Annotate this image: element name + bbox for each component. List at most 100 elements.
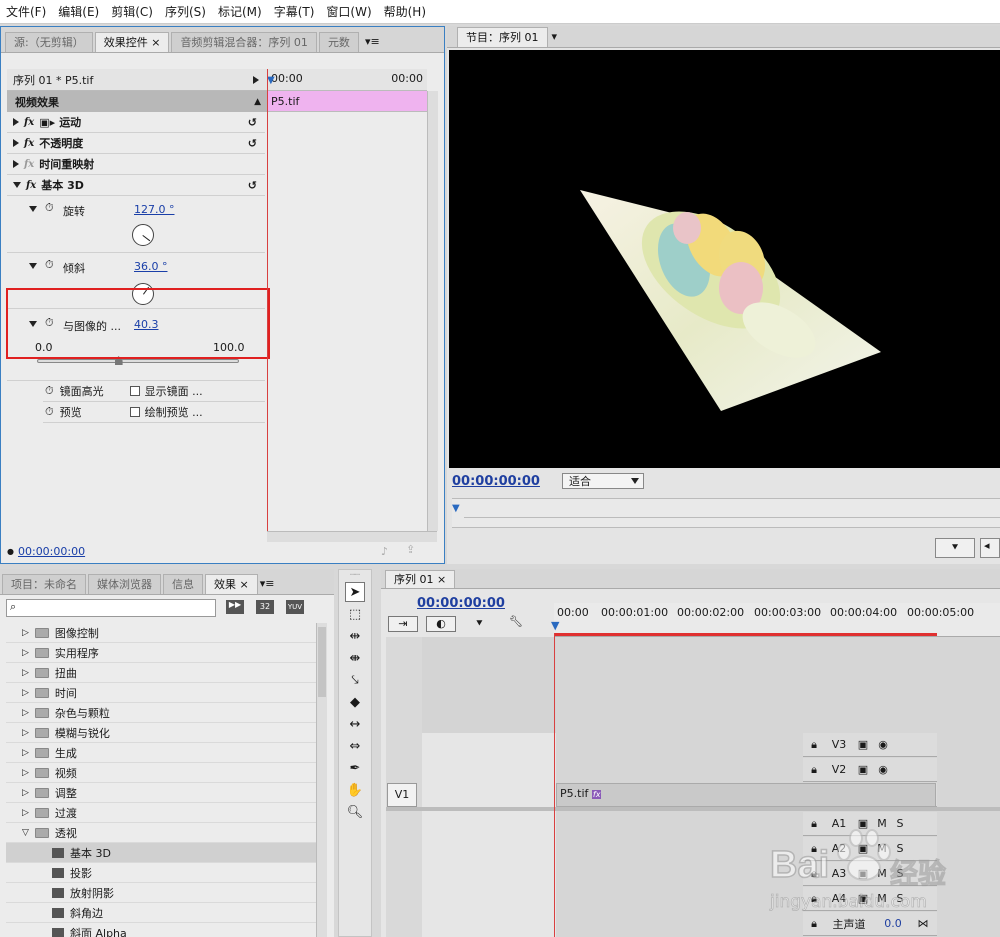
menu-file[interactable]: 文件(F) — [0, 0, 52, 24]
tab-metadata[interactable]: 元数 — [318, 32, 359, 52]
stopwatch-icon[interactable]: ⏱ — [45, 201, 54, 215]
slip-tool-icon[interactable]: ↔ — [345, 714, 365, 734]
work-area-bar[interactable] — [554, 633, 937, 636]
menu-title[interactable]: 字幕(T) — [268, 0, 321, 24]
close-icon[interactable]: × — [240, 578, 249, 591]
effect-item[interactable]: 斜面 Alpha — [6, 923, 316, 937]
effect-motion[interactable]: fx ▣▸ 运动 ↺ — [7, 112, 265, 133]
tab-info[interactable]: 信息 — [163, 574, 203, 594]
v1-source-patch[interactable]: V1 — [387, 783, 417, 807]
effects-folder[interactable]: ▷ 调整 — [6, 783, 316, 803]
linked-selection-button[interactable]: ◐ — [426, 616, 456, 632]
effect-time-remap[interactable]: fx 时间重映射 — [7, 154, 265, 175]
tab-program[interactable]: 节目：序列 01 — [457, 27, 548, 47]
playhead-icon[interactable]: ▼ — [267, 75, 275, 86]
expand-icon[interactable]: ▷ — [22, 788, 29, 798]
slide-tool-icon[interactable]: ⇔ — [345, 736, 365, 756]
tab-source[interactable]: 源:（无剪辑） — [5, 32, 93, 52]
film-icon[interactable]: ▣ — [853, 763, 873, 776]
expand-icon[interactable]: ▷ — [22, 808, 29, 818]
rate-stretch-tool-icon[interactable]: ⤥ — [345, 670, 365, 690]
expand-icon[interactable]: ▷ — [22, 668, 29, 678]
collapse-icon[interactable] — [29, 206, 37, 212]
menu-help[interactable]: 帮助(H) — [378, 0, 432, 24]
specular-checkbox[interactable] — [129, 386, 140, 396]
collapse-icon[interactable] — [29, 263, 37, 269]
film-icon[interactable]: ▣ — [853, 738, 873, 751]
tab-audio-mixer[interactable]: 音频剪辑混合器：序列 01 — [171, 32, 317, 52]
effect-item[interactable]: 斜角边 — [6, 903, 316, 923]
mini-clip[interactable]: P5.tif — [267, 91, 427, 112]
horizontal-scrollbar[interactable] — [267, 531, 437, 542]
effects-search-input[interactable]: ⌕ — [6, 599, 216, 617]
collapse-icon[interactable] — [13, 182, 21, 188]
effect-opacity[interactable]: fx 不透明度 ↺ — [7, 133, 265, 154]
mark-in-button[interactable]: ◂ — [980, 538, 1000, 558]
lock-icon[interactable]: 🔒︎ — [803, 738, 825, 752]
panel-menu-icon[interactable]: ▾≡ — [365, 32, 380, 52]
tab-effect-controls[interactable]: 效果控件 × — [94, 32, 170, 52]
menu-sequence[interactable]: 序列(S) — [159, 0, 212, 24]
effects-folder[interactable]: ▷ 杂色与颗粒 — [6, 703, 316, 723]
tab-project[interactable]: 项目：未命名 — [2, 574, 86, 594]
effects-folder[interactable]: ▷ 时间 — [6, 683, 316, 703]
hand-tool-icon[interactable]: ✋ — [345, 780, 365, 800]
timeline-ruler[interactable]: 00:00 00:00:01:00 00:00:02:00 00:00:03:0… — [551, 603, 1000, 637]
tab-effects[interactable]: 效果 × — [205, 574, 258, 594]
timeline-timecode[interactable]: 00:00:00:00 — [417, 596, 505, 611]
rolling-edit-tool-icon[interactable]: ⇼ — [345, 648, 365, 668]
stopwatch-icon[interactable]: ⏱ — [45, 258, 54, 272]
effects-folder[interactable]: ▷ 扭曲 — [6, 663, 316, 683]
selection-tool-icon[interactable]: ➤ — [345, 582, 365, 602]
effects-folder[interactable]: ▷ 实用程序 — [6, 643, 316, 663]
collapse-icon[interactable]: ▽ — [22, 828, 29, 838]
tilt-value[interactable]: 36.0 ° — [134, 260, 168, 273]
razor-tool-icon[interactable]: ◆ — [345, 692, 365, 712]
effect-item[interactable]: 基本 3D — [6, 843, 316, 863]
expand-icon[interactable]: ▷ — [22, 748, 29, 758]
menu-window[interactable]: 窗口(W) — [320, 0, 377, 24]
tab-menu-icon[interactable]: ▾ — [552, 27, 558, 47]
snap-button[interactable]: ⇥ — [388, 616, 418, 632]
distance-slider[interactable] — [37, 356, 239, 365]
eye-icon[interactable]: ◉ — [873, 763, 893, 776]
menu-marker[interactable]: 标记(M) — [212, 0, 268, 24]
expand-icon[interactable]: ▷ — [22, 728, 29, 738]
export-icon[interactable]: ⇪ — [406, 543, 415, 556]
effect-item[interactable]: 投影 — [6, 863, 316, 883]
effects-folder[interactable]: ▷ 过渡 — [6, 803, 316, 823]
expand-icon[interactable]: ▷ — [22, 688, 29, 698]
reset-icon[interactable]: ↺ — [248, 137, 257, 150]
timeline-clip[interactable]: P5.tif fx — [556, 783, 936, 807]
fit-dropdown[interactable]: 适合 — [561, 473, 644, 489]
close-icon[interactable]: × — [151, 36, 160, 49]
program-scrubber[interactable]: ▼ — [452, 498, 1000, 528]
stopwatch-icon[interactable]: ⏱ — [45, 384, 54, 398]
vertical-scrollbar[interactable] — [427, 91, 438, 531]
ec-timecode[interactable]: 00:00:00:00 — [18, 545, 85, 558]
effects-folder[interactable]: ▷ 视频 — [6, 763, 316, 783]
accelerated-effects-icon[interactable]: ▶▶ — [226, 600, 244, 614]
wrench-icon[interactable]: 🔧︎ — [509, 615, 523, 628]
preview-checkbox[interactable] — [129, 407, 140, 417]
add-marker-button[interactable]: ⯆ — [935, 538, 975, 558]
tab-media-browser[interactable]: 媒体浏览器 — [88, 574, 161, 594]
track-select-tool-icon[interactable]: ⬚ — [345, 604, 365, 624]
video-track-header[interactable]: 🔒︎ V2 ▣ ◉ — [803, 758, 937, 782]
expand-icon[interactable] — [13, 160, 19, 168]
effect-item[interactable]: 放射阴影 — [6, 883, 316, 903]
tree-scrollbar[interactable] — [316, 623, 327, 937]
eye-icon[interactable]: ◉ — [873, 738, 893, 751]
playhead-icon[interactable]: ▼ — [551, 619, 559, 632]
fx-icon[interactable]: fx — [26, 180, 36, 191]
expand-icon[interactable] — [13, 139, 19, 147]
program-timecode[interactable]: 00:00:00:00 — [452, 474, 540, 489]
expand-icon[interactable]: ▷ — [22, 628, 29, 638]
fx-icon[interactable]: fx — [24, 117, 34, 128]
collapse-arrow-icon[interactable]: ▲ — [254, 97, 261, 107]
yuv-effects-icon[interactable]: YUV — [286, 600, 304, 614]
zoom-tool-icon[interactable]: 🔍︎ — [345, 802, 365, 822]
fx-icon[interactable]: fx — [24, 138, 34, 149]
stopwatch-icon[interactable]: ⏱ — [45, 405, 54, 419]
rotate-dial[interactable] — [132, 224, 154, 246]
